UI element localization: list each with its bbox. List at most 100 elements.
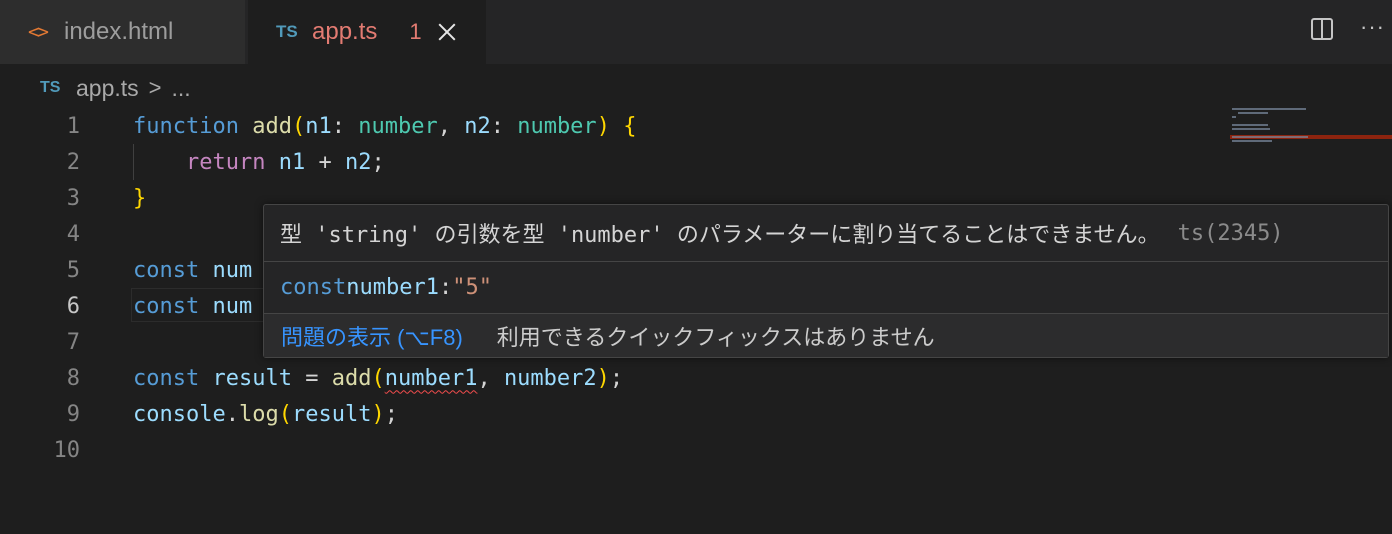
code-token: number <box>358 113 438 139</box>
minimap-line <box>1232 128 1270 130</box>
line-number: 1 <box>66 113 80 139</box>
error-hover-widget: 型 'string' の引数を型 'number' のパラメーターに割り当てるこ… <box>263 204 1389 358</box>
error-message: 型 'string' の引数を型 'number' のパラメーターに割り当てるこ… <box>280 223 1160 248</box>
code-token: const <box>133 257 200 283</box>
code-token: number <box>517 113 597 139</box>
ts-icon: TS <box>40 79 61 96</box>
code-value: "5" <box>452 274 492 300</box>
no-quick-fixes-text: 利用できるクイックフィックスはありません <box>496 324 935 350</box>
chevron-right-icon: > <box>148 75 162 100</box>
code-line[interactable]: 8 const result = add(number1, number2); <box>0 360 1230 396</box>
line-number: 7 <box>66 329 80 355</box>
code-text: } <box>133 186 146 211</box>
split-editor-icon[interactable] <box>1311 18 1333 40</box>
code-token: return <box>185 149 266 175</box>
breadcrumb: TS app.ts > ... <box>40 70 191 106</box>
code-token: . <box>225 401 239 427</box>
view-problem-link[interactable]: 問題の表示 (⌥F8) <box>281 320 463 352</box>
code-keyword: const <box>280 274 347 300</box>
minimap[interactable] <box>1230 106 1392 166</box>
code-token: n1 <box>278 149 306 175</box>
tab-index-html[interactable]: <> index.html <box>0 0 246 64</box>
code-token: ( <box>278 401 292 427</box>
editor-window: <> index.html TS app.ts 1 ··· TS app.ts … <box>0 0 1392 534</box>
close-icon[interactable] <box>436 21 458 43</box>
line-number: 3 <box>66 185 80 211</box>
code-token: { <box>623 113 637 139</box>
code-colon: : <box>438 274 453 300</box>
code-token: add <box>252 113 292 139</box>
code-token: ( <box>371 365 385 391</box>
tab-label: app.ts <box>312 18 378 45</box>
line-number: 10 <box>53 437 81 463</box>
tab-bar: <> index.html TS app.ts 1 ··· <box>0 0 1392 64</box>
code-token: number1 <box>384 365 478 391</box>
minimap-line <box>1232 136 1308 138</box>
code-identifier: number1 <box>346 274 439 300</box>
ts-icon: TS <box>276 22 298 41</box>
line-number: 2 <box>66 149 80 175</box>
code-text: const num <box>133 294 252 319</box>
code-token: add <box>331 365 372 391</box>
line-number: 4 <box>66 221 80 247</box>
breadcrumb-symbol[interactable]: ... <box>172 75 191 102</box>
code-text: console.log(result); <box>133 402 398 427</box>
code-token: const <box>133 293 200 319</box>
minimap-line <box>1232 140 1272 142</box>
code-token: : <box>490 113 518 139</box>
code-text: const result = add(number1, number2); <box>133 366 623 391</box>
code-token: n2 <box>464 113 491 139</box>
minimap-line <box>1232 124 1268 126</box>
code-line[interactable]: 2 return n1 + n2; <box>0 144 1230 180</box>
code-token: log <box>238 401 279 427</box>
code-token: result <box>212 365 292 391</box>
code-token: console <box>133 401 226 427</box>
problem-count-badge: 1 <box>409 19 422 44</box>
html-icon: <> <box>28 21 49 43</box>
code-token: , <box>437 113 465 139</box>
hover-message-row: 型 'string' の引数を型 'number' のパラメーターに割り当てるこ… <box>280 217 1284 249</box>
code-token: ) <box>596 113 610 139</box>
code-token: num <box>212 257 253 283</box>
code-token: number2 <box>503 365 597 391</box>
line-number: 9 <box>66 401 80 427</box>
hover-status-bar: 問題の表示 (⌥F8) 利用できるクイックフィックスはありません <box>264 313 1388 357</box>
minimap-line <box>1238 112 1268 114</box>
tab-app-ts[interactable]: TS app.ts 1 <box>248 0 486 64</box>
code-token: = <box>291 365 332 391</box>
code-token: const <box>133 365 200 391</box>
code-token: ; <box>371 149 385 175</box>
breadcrumb-file[interactable]: app.ts <box>76 75 139 102</box>
code-token: ; <box>609 365 624 391</box>
tab-label: index.html <box>64 18 174 45</box>
code-text: const num <box>133 258 252 283</box>
divider <box>264 261 1388 262</box>
minimap-line <box>1232 108 1306 110</box>
code-token: num <box>212 293 253 319</box>
code-token: : <box>331 113 359 139</box>
error-code: ts(2345) <box>1177 220 1284 246</box>
code-token: ) <box>371 401 385 427</box>
code-token: n1 <box>305 113 332 139</box>
hover-code-snippet: const number1: "5" <box>280 271 492 303</box>
code-text: function add(n1: number, n2: number) { <box>133 114 636 139</box>
code-token: ; <box>384 401 398 427</box>
code-token: ) <box>596 365 610 391</box>
code-line[interactable]: 10 <box>0 432 1230 468</box>
code-line[interactable]: 9 console.log(result); <box>0 396 1230 432</box>
code-token: n2 <box>344 149 372 175</box>
code-token: } <box>133 185 147 211</box>
line-number: 5 <box>66 257 80 283</box>
more-actions-icon[interactable]: ··· <box>1360 14 1385 40</box>
code-line[interactable]: 1 function add(n1: number, n2: number) { <box>0 108 1230 144</box>
code-token: ( <box>291 113 306 139</box>
code-token: result <box>291 401 372 427</box>
code-token: , <box>477 365 504 391</box>
